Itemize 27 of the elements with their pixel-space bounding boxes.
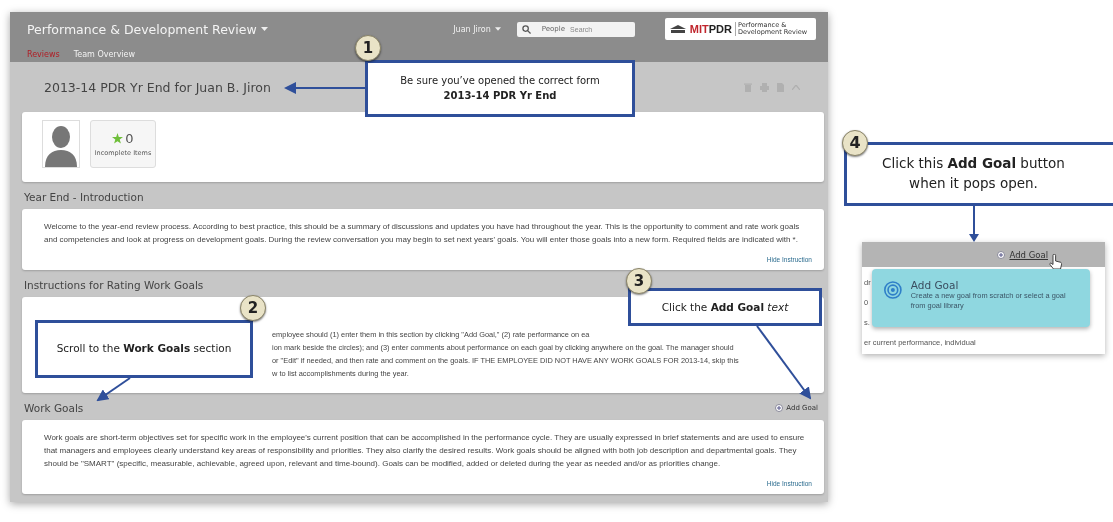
caret-icon — [260, 27, 268, 31]
logo-wordmark: MITPDR — [689, 23, 732, 35]
caret-icon — [494, 27, 501, 31]
avatar-silhouette — [42, 120, 80, 168]
search-icon — [521, 24, 531, 34]
callout-text: Be sure you’ve opened the correct form 2013-14 PDR Yr End — [365, 60, 635, 117]
instruction-text: Work goals are short-term objectives set for specific work in the employee's current position that can be accomplished in the performance cycle. They are usually expressed in brief statements and are used to ensure that managers and employees clearly understand key areas of responsibility and priorities. They also clarify the desired results. Work goals should be aligned with both job description and departmental goals. They should be "SMART" (specific, measurable, achievable, agreed upon, relevant and time-bound). Goals can be modified, added or deleted during the year as needed and/or as priorities change. — [44, 432, 806, 470]
instruction-text: Welcome to the year-end review process. According to best practice, this should be a summary of discussions and updates you have had throughout the year. This is the opportunity to comment and rate work goals and competencies and look at progress on development goals. During the review conversation you may begin to set next years' goals. You will enter those goals into a new form. Required fields are indicated with *. — [44, 221, 801, 246]
form-title: 2013-14 PDR Yr End for Juan B. Jiron — [44, 79, 271, 95]
popup-title: Add Goal — [910, 279, 960, 291]
arrow — [96, 377, 131, 402]
plus-icon — [775, 404, 784, 412]
building-icon — [668, 24, 687, 34]
callout-text: Click the Add Goal text — [628, 288, 822, 326]
section-heading: Year End - Introduction — [24, 191, 144, 203]
step-number-badge: 4 — [842, 130, 868, 156]
nav-tab[interactable]: Team Overview — [73, 49, 136, 59]
target-icon — [884, 279, 902, 301]
section-heading: Instructions for Rating Work Goals — [24, 279, 204, 291]
plus-icon — [997, 250, 1006, 259]
user-menu[interactable]: Juan Jiron — [453, 24, 501, 34]
add-goal-link[interactable]: Add Goal — [997, 249, 1048, 260]
star-icon — [112, 133, 124, 144]
callout-text: Scroll to the Work Goals section — [35, 320, 253, 378]
section-heading: Work Goals — [24, 402, 84, 414]
incomplete-count: 0 — [125, 131, 134, 146]
app-title-menu[interactable]: Performance & Development Review — [27, 21, 268, 37]
